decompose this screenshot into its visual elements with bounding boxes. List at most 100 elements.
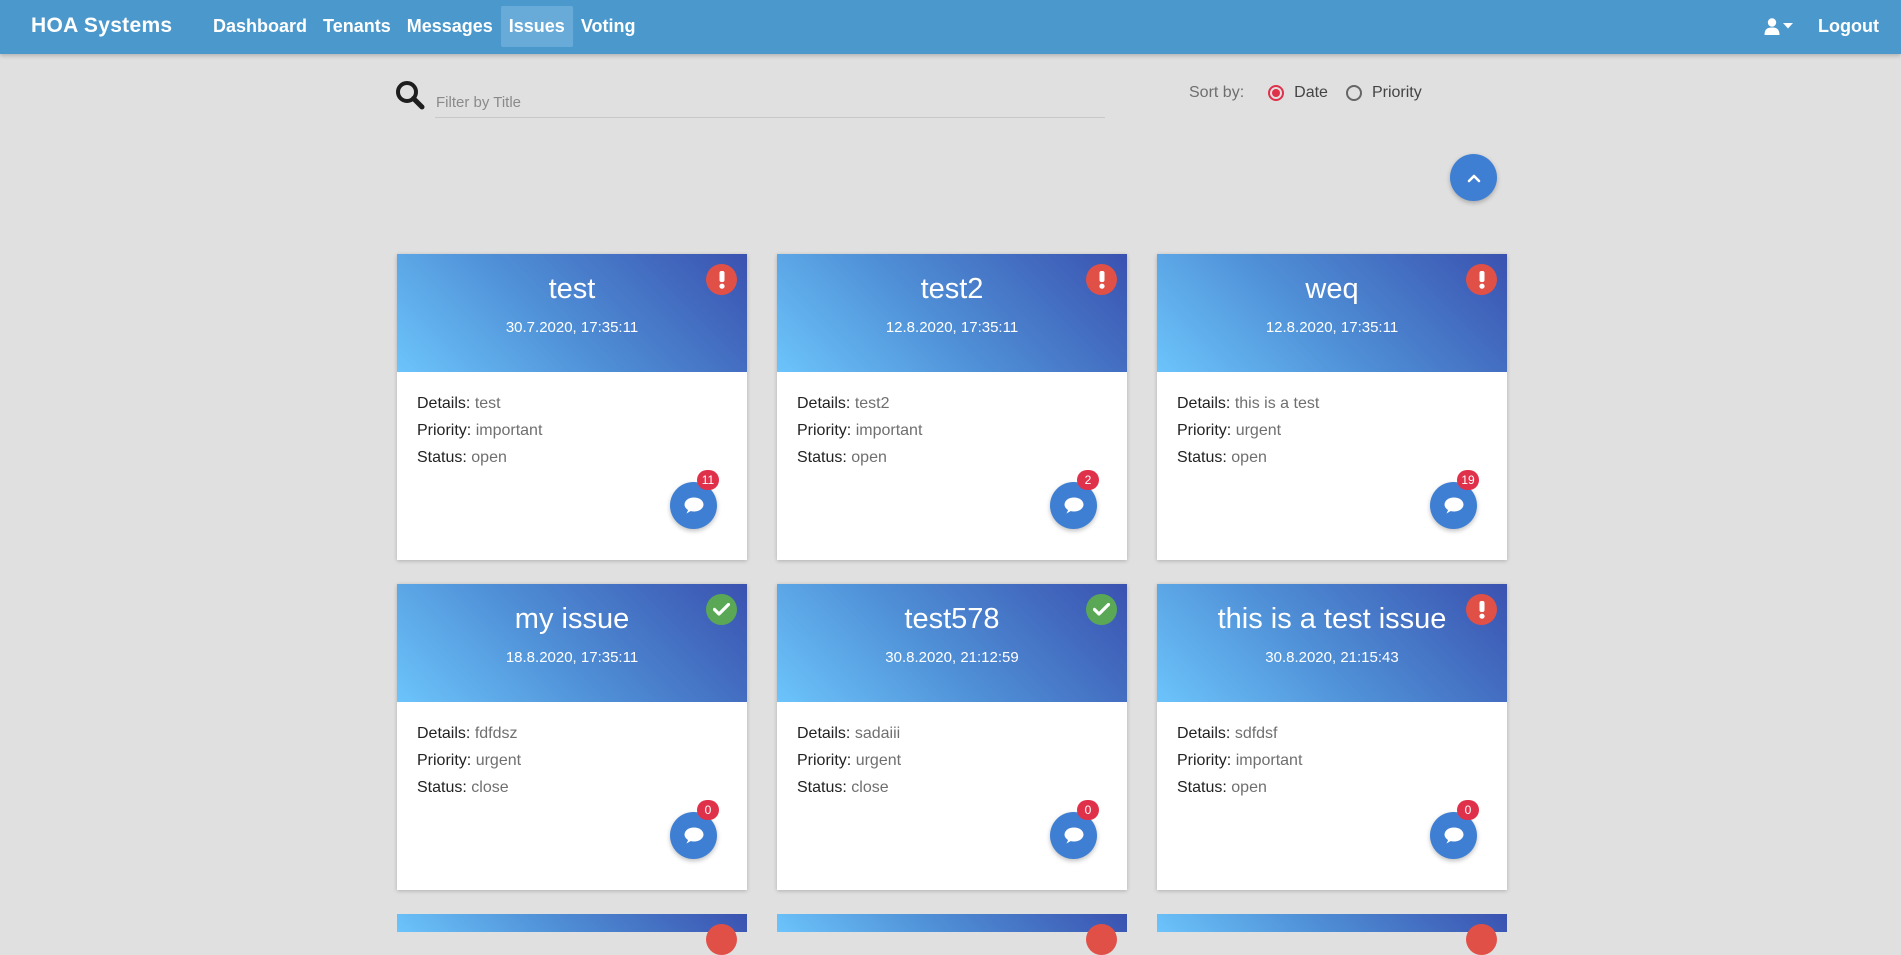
issue-priority-row: Priority: urgent — [797, 747, 901, 774]
status-label: Status: — [1177, 449, 1227, 466]
check-icon — [1086, 594, 1117, 625]
issue-card[interactable]: test578 30.8.2020, 21:12:59 Details: sad… — [777, 584, 1127, 890]
issue-card-partial[interactable] — [397, 914, 747, 955]
nav-link-dashboard[interactable]: Dashboard — [205, 6, 315, 47]
comment-count-badge: 0 — [1077, 800, 1099, 820]
exclamation-icon — [1086, 264, 1117, 295]
radio-priority[interactable] — [1345, 85, 1362, 101]
logout-link[interactable]: Logout — [1818, 0, 1879, 54]
comment-count-badge: 19 — [1457, 470, 1479, 490]
issue-status-row: Status: close — [417, 774, 521, 801]
search-icon — [396, 81, 425, 110]
issue-card[interactable]: my issue 18.8.2020, 17:35:11 Details: fd… — [397, 584, 747, 890]
status-label: Status: — [797, 449, 847, 466]
caret-down-icon — [1783, 23, 1793, 29]
radio-date[interactable] — [1268, 85, 1285, 101]
comment-count-badge: 2 — [1077, 470, 1099, 490]
exclamation-icon — [1086, 924, 1117, 955]
nav-links: Dashboard Tenants Messages Issues Voting — [205, 6, 643, 47]
issue-priority-row: Priority: important — [417, 417, 542, 444]
user-menu-dropdown[interactable] — [1764, 15, 1793, 37]
nav-link-voting[interactable]: Voting — [573, 6, 644, 47]
issue-card-header: test578 30.8.2020, 21:12:59 — [777, 584, 1127, 702]
exclamation-icon — [1466, 264, 1497, 295]
comments-button[interactable]: 0 — [1430, 800, 1479, 859]
issue-status: open — [1231, 779, 1267, 796]
issue-details-row: Details: test2 — [797, 390, 922, 417]
issue-card-partial[interactable] — [1157, 914, 1507, 955]
sort-option-priority-label: Priority — [1371, 84, 1422, 101]
priority-label: Priority: — [417, 752, 472, 769]
issue-card[interactable]: test 30.7.2020, 17:35:11 Details: test P… — [397, 254, 747, 560]
issue-card[interactable]: this is a test issue 30.8.2020, 21:15:43… — [1157, 584, 1507, 890]
issue-card-body: Details: sdfdsf Priority: important Stat… — [1177, 720, 1302, 801]
priority-label: Priority: — [417, 422, 472, 439]
issue-priority-row: Priority: urgent — [417, 747, 521, 774]
comment-icon — [684, 827, 703, 844]
issue-card[interactable]: test2 12.8.2020, 17:35:11 Details: test2… — [777, 254, 1127, 560]
nav-link-issues[interactable]: Issues — [500, 6, 573, 47]
issue-title: test — [548, 273, 596, 305]
issue-status: close — [851, 779, 889, 796]
issue-status-row: Status: open — [1177, 774, 1302, 801]
status-label: Status: — [417, 779, 467, 796]
exclamation-icon — [706, 924, 737, 955]
scroll-top-button[interactable] — [1450, 154, 1497, 201]
priority-label: Priority: — [797, 752, 852, 769]
issue-title: test578 — [904, 603, 1000, 635]
issue-status: open — [851, 449, 887, 466]
issue-title: weq — [1305, 273, 1359, 305]
issue-details: sdfdsf — [1234, 725, 1278, 742]
issue-priority: important — [855, 422, 923, 439]
sort-option-date-label: Date — [1294, 84, 1328, 101]
details-label: Details: — [797, 395, 851, 412]
issue-priority-row: Priority: important — [797, 417, 922, 444]
comments-button[interactable]: 11 — [670, 470, 719, 529]
details-label: Details: — [1177, 725, 1231, 742]
user-icon — [1764, 17, 1780, 35]
exclamation-icon — [1466, 924, 1497, 955]
issue-card-header: test 30.7.2020, 17:35:11 — [397, 254, 747, 372]
comments-button[interactable]: 0 — [670, 800, 719, 859]
sort-option-priority[interactable]: Priority — [1345, 84, 1422, 102]
issue-date: 18.8.2020, 17:35:11 — [505, 649, 639, 666]
comments-button[interactable]: 2 — [1050, 470, 1099, 529]
issue-details: fdfdsz — [474, 725, 518, 742]
comments-button[interactable]: 19 — [1430, 470, 1479, 529]
issue-title: my issue — [514, 603, 630, 635]
chevron-up-icon — [1467, 174, 1480, 182]
issue-details: test2 — [854, 395, 890, 412]
issue-status: close — [471, 779, 509, 796]
issue-priority: urgent — [475, 752, 522, 769]
issue-details-row: Details: sadaiii — [797, 720, 901, 747]
issue-status-row: Status: open — [797, 444, 922, 471]
comment-icon — [1444, 827, 1463, 844]
comment-count-badge: 0 — [697, 800, 719, 820]
issue-card-header: my issue 18.8.2020, 17:35:11 — [397, 584, 747, 702]
issue-card[interactable]: weq 12.8.2020, 17:35:11 Details: this is… — [1157, 254, 1507, 560]
issue-details: sadaiii — [854, 725, 901, 742]
priority-label: Priority: — [1177, 422, 1232, 439]
nav-link-messages[interactable]: Messages — [399, 6, 501, 47]
sort-label: Sort by: — [1189, 84, 1245, 101]
details-label: Details: — [797, 725, 851, 742]
comments-button[interactable]: 0 — [1050, 800, 1099, 859]
details-label: Details: — [417, 725, 471, 742]
issue-date: 30.8.2020, 21:12:59 — [885, 649, 1019, 666]
issue-date: 30.8.2020, 21:15:43 — [1265, 649, 1399, 666]
issue-date: 12.8.2020, 17:35:11 — [1265, 319, 1399, 336]
nav-link-tenants[interactable]: Tenants — [315, 6, 399, 47]
issue-card-partial[interactable] — [777, 914, 1127, 955]
issue-card-body: Details: test Priority: important Status… — [417, 390, 542, 471]
issue-card-header: weq 12.8.2020, 17:35:11 — [1157, 254, 1507, 372]
issue-details-row: Details: test — [417, 390, 542, 417]
brand-logo[interactable]: HOA Systems — [31, 0, 172, 54]
comment-icon — [1064, 827, 1083, 844]
exclamation-icon — [706, 264, 737, 295]
comment-count-badge: 0 — [1457, 800, 1479, 820]
search-input[interactable] — [435, 88, 1105, 118]
navbar: HOA Systems Dashboard Tenants Messages I… — [0, 0, 1901, 54]
issue-status-row: Status: close — [797, 774, 901, 801]
issue-status-row: Status: open — [1177, 444, 1319, 471]
sort-option-date[interactable]: Date — [1268, 84, 1328, 102]
